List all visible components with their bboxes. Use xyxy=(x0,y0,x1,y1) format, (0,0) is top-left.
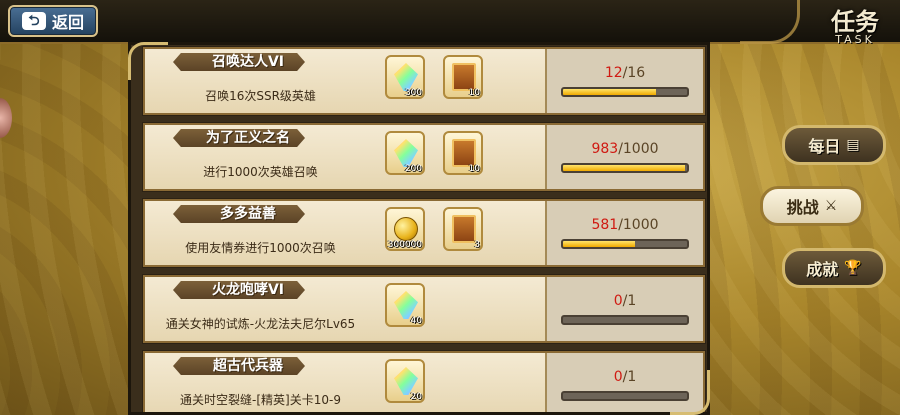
progress-current: 12 xyxy=(604,65,623,81)
title-text: 任务 xyxy=(831,8,879,36)
crossed-swords-icon: ⚔ xyxy=(824,198,838,214)
progress-total: /1000 xyxy=(618,217,659,233)
task-name: 为了正义之名 xyxy=(206,130,290,146)
progress-bar xyxy=(561,87,689,97)
panel-corner-ornament xyxy=(128,42,168,80)
panel-corner-ornament xyxy=(670,370,710,415)
reward-qty: 300000 xyxy=(387,240,422,250)
back-button[interactable]: ⮌ 返回 xyxy=(8,5,98,37)
crystal-icon xyxy=(394,367,418,395)
progress-fill xyxy=(563,165,685,171)
tab-label: 每日 xyxy=(808,137,841,156)
task-description: 进行1000次英雄召唤 xyxy=(203,165,318,179)
reward-item[interactable]: 3 xyxy=(443,207,483,251)
corner-ornament xyxy=(740,0,800,44)
back-label: 返回 xyxy=(51,13,84,32)
task-name: 超古代兵器 xyxy=(213,358,283,374)
task-row[interactable]: 多多益善 使用友情券进行1000次召唤 300000 3 581/1000 xyxy=(143,199,705,267)
progress-total: /16 xyxy=(622,65,646,81)
reward-item[interactable]: 200 xyxy=(385,131,425,175)
task-row[interactable]: 为了正义之名 进行1000次英雄召唤 200 10 983/1000 xyxy=(143,123,705,191)
progress-text: 983/1000 xyxy=(547,141,703,157)
task-description: 通关时空裂缝-[精英]关卡10-9 xyxy=(180,393,341,407)
progress-text: 12/16 xyxy=(547,65,703,81)
ticket-icon xyxy=(452,63,476,91)
task-description: 召唤16次SSR级英雄 xyxy=(205,89,316,103)
progress-area: 983/1000 xyxy=(545,125,703,189)
scroll-icon: ▤ xyxy=(846,137,860,153)
crystal-icon xyxy=(394,63,418,91)
reward-item[interactable]: 300 xyxy=(385,55,425,99)
task-description: 通关女神的试炼-火龙法夫尼尔Lv65 xyxy=(165,317,356,331)
progress-bar xyxy=(561,239,689,249)
progress-text: 581/1000 xyxy=(547,217,703,233)
progress-current: 0 xyxy=(613,293,623,309)
progress-bar xyxy=(561,315,689,325)
progress-fill xyxy=(563,241,636,247)
page-title: 任务 TASK xyxy=(820,2,890,46)
progress-current: 581 xyxy=(591,217,619,233)
reward-qty: 40 xyxy=(410,316,422,326)
crystal-icon xyxy=(394,139,418,167)
tab-label: 成就 xyxy=(806,260,839,279)
tab-achievement[interactable]: 成就 🏆 xyxy=(782,248,886,288)
progress-total: /1000 xyxy=(618,141,659,157)
reward-qty: 3 xyxy=(474,240,480,250)
progress-area: 0/1 xyxy=(545,277,703,341)
reward-item[interactable]: 10 xyxy=(443,55,483,99)
progress-current: 983 xyxy=(591,141,619,157)
task-row[interactable]: 召唤达人VI 召唤16次SSR级英雄 300 10 12/16 xyxy=(143,47,705,115)
ticket-icon xyxy=(452,139,476,167)
tab-daily[interactable]: 每日 ▤ xyxy=(782,125,886,165)
task-name: 召唤达人VI xyxy=(211,54,285,70)
progress-text: 0/1 xyxy=(547,293,703,309)
crystal-icon xyxy=(394,291,418,319)
trophy-icon: 🏆 xyxy=(844,260,862,276)
task-row[interactable]: 超古代兵器 通关时空裂缝-[精英]关卡10-9 20 0/1 xyxy=(143,351,705,412)
progress-fill xyxy=(563,89,656,95)
progress-area: 581/1000 xyxy=(545,201,703,265)
reward-qty: 10 xyxy=(468,164,480,174)
task-list-panel[interactable]: 召唤达人VI 召唤16次SSR级英雄 300 10 12/16 为了正义之名 进… xyxy=(128,42,710,415)
reward-qty: 200 xyxy=(404,164,422,174)
progress-current: 0 xyxy=(613,369,623,385)
reward-qty: 20 xyxy=(410,392,422,402)
task-row[interactable]: 火龙咆哮VI 通关女神的试炼-火龙法夫尼尔Lv65 40 0/1 xyxy=(143,275,705,343)
progress-area: 12/16 xyxy=(545,49,703,113)
tab-label: 挑战 xyxy=(786,198,819,217)
reward-item[interactable]: 10 xyxy=(443,131,483,175)
progress-total: /1 xyxy=(622,293,637,309)
tab-challenge[interactable]: 挑战 ⚔ xyxy=(760,186,864,226)
coin-icon xyxy=(394,217,418,241)
progress-bar xyxy=(561,163,689,173)
progress-total: /1 xyxy=(622,369,637,385)
top-bar: ⮌ 返回 任务 TASK xyxy=(0,0,900,46)
reward-item[interactable]: 20 xyxy=(385,359,425,403)
task-name: 火龙咆哮VI xyxy=(211,282,285,298)
reward-item[interactable]: 300000 xyxy=(385,207,425,251)
return-arrow-icon: ⮌ xyxy=(21,12,46,30)
task-description: 使用友情券进行1000次召唤 xyxy=(185,241,336,255)
reward-qty: 10 xyxy=(468,88,480,98)
task-name: 多多益善 xyxy=(220,206,276,222)
ticket-icon xyxy=(452,215,476,243)
reward-qty: 300 xyxy=(404,88,422,98)
reward-item[interactable]: 40 xyxy=(385,283,425,327)
